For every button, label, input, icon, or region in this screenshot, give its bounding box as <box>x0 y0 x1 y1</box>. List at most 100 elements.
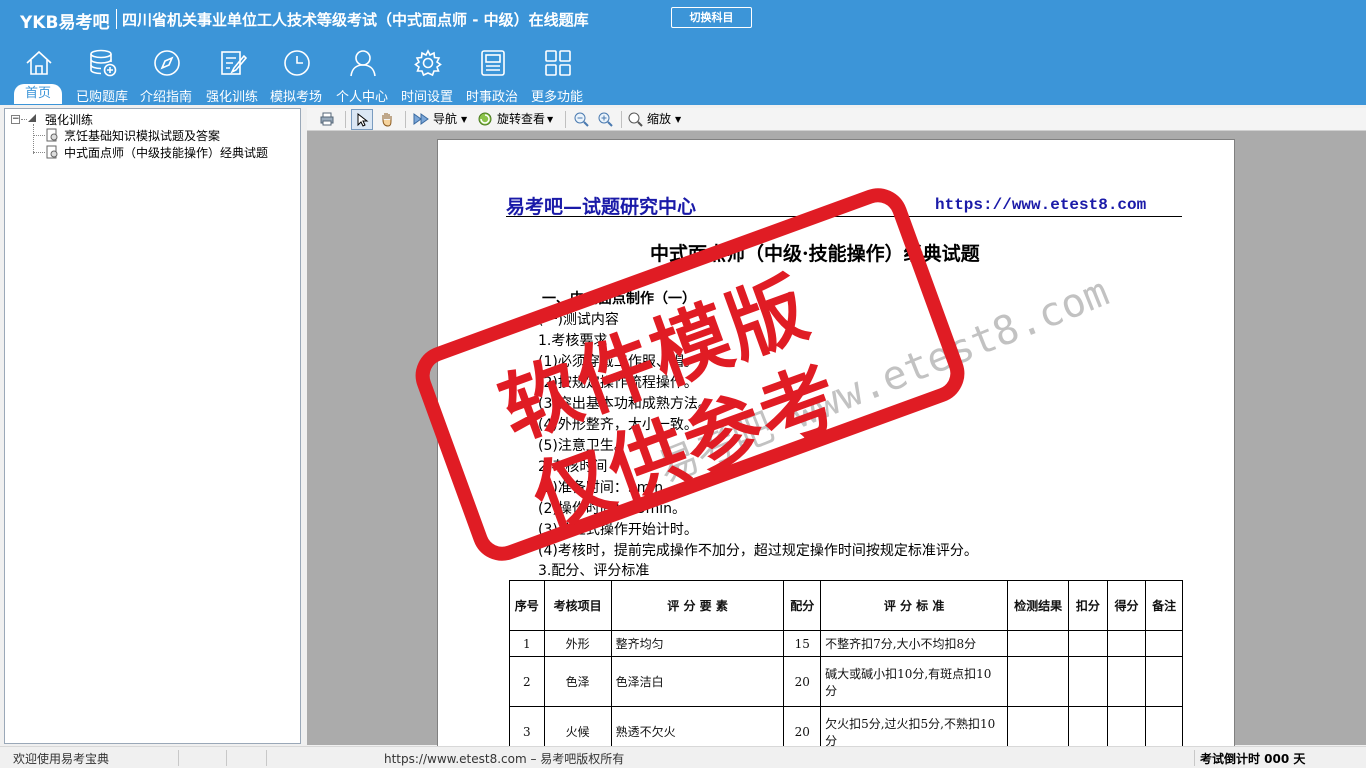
status-separator <box>178 750 179 766</box>
tree-item-baking-basics[interactable]: 烹饪基础知识模拟试题及答案 <box>64 127 220 144</box>
grid-icon <box>545 50 571 76</box>
table-cell <box>1068 630 1108 657</box>
column-header: 备注 <box>1145 580 1183 631</box>
table-cell: 不整齐扣7分,大小不均扣8分 <box>820 630 1009 657</box>
app-title: 四川省机关事业单位工人技术等级考试（中式面点师 - 中级）在线题库 <box>122 11 589 29</box>
table-cell: 色泽 <box>543 656 612 707</box>
user-icon <box>350 50 376 77</box>
status-countdown: 考试倒计时 000 天 <box>1200 752 1306 766</box>
toolbar-separator <box>565 111 566 128</box>
nav-label: 个人中心 <box>335 90 388 105</box>
database-icon <box>90 49 117 77</box>
navigate-dropdown[interactable]: 导航 <box>433 110 457 129</box>
switch-subject-button[interactable]: 切换科目 <box>671 7 752 28</box>
print-icon[interactable] <box>319 111 335 127</box>
nav-item-exam[interactable]: 模拟考场 <box>264 46 328 105</box>
table-row: 1 外形 整齐均匀 15 不整齐扣7分,大小不均扣8分 <box>509 630 1183 657</box>
tree-connector <box>33 135 45 136</box>
nav-label: 首页 <box>14 84 62 104</box>
toolbar-separator <box>621 111 622 128</box>
folder-triangle-icon <box>28 114 36 122</box>
nav-label: 已购题库 <box>75 90 128 105</box>
tree-connector <box>33 152 45 153</box>
status-copyright: https://www.etest8.com – 易考吧版权所有 <box>384 752 625 766</box>
tree-panel: − 强化训练 烹饪基础知识模拟试题及答案 中式面点师（中级技能操作）经典试题 <box>4 108 301 744</box>
clock-icon <box>284 50 310 76</box>
column-header: 得分 <box>1106 580 1147 631</box>
table-cell <box>1106 630 1147 657</box>
column-header: 评 分 要 素 <box>610 580 785 631</box>
nav-item-profile[interactable]: 个人中心 <box>330 46 394 105</box>
column-header: 检测结果 <box>1007 580 1070 631</box>
column-header: 评 分 标 准 <box>820 580 1009 631</box>
nav-label: 模拟考场 <box>269 90 322 105</box>
table-cell <box>1145 656 1183 707</box>
nav-item-more[interactable]: 更多功能 <box>525 46 589 105</box>
tree-collapse-toggle[interactable]: − <box>11 115 20 124</box>
table-cell: 整齐均匀 <box>610 630 785 657</box>
tree-connector <box>33 124 34 154</box>
zoom-dropdown[interactable]: 缩放 <box>647 110 671 129</box>
chevron-down-icon: ▼ <box>461 115 468 124</box>
nav-label: 更多功能 <box>530 90 583 105</box>
app-header: YKB易考吧 四川省机关事业单位工人技术等级考试（中式面点师 - 中级）在线题库… <box>0 0 1366 105</box>
table-cell <box>1007 656 1070 707</box>
gear-icon <box>414 49 442 77</box>
page-header-url: https://www.etest8.com <box>935 196 1147 214</box>
nav-item-purchased[interactable]: 已购题库 <box>70 46 134 105</box>
status-separator <box>1194 750 1195 766</box>
status-separator <box>266 750 267 766</box>
document-icon <box>46 128 58 142</box>
tree-item-pastry-classic[interactable]: 中式面点师（中级技能操作）经典试题 <box>64 144 268 161</box>
chevron-down-icon: ▼ <box>675 115 682 124</box>
rotate-icon <box>478 112 492 126</box>
column-header: 配分 <box>783 580 822 631</box>
table-cell <box>1145 630 1183 657</box>
nav-item-training[interactable]: 强化训练 <box>200 46 264 105</box>
table-header-row: 序号 考核项目 评 分 要 素 配分 评 分 标 准 检测结果 扣分 得分 备注 <box>509 580 1183 631</box>
title-bar: YKB易考吧 四川省机关事业单位工人技术等级考试（中式面点师 - 中级）在线题库… <box>0 0 1366 36</box>
nav-label: 时间设置 <box>400 90 453 105</box>
nav-label: 时事政治 <box>465 90 518 105</box>
nav-item-politics[interactable]: 时事政治 <box>460 46 524 105</box>
zoom-out-icon[interactable] <box>573 111 590 128</box>
toolbar-separator <box>405 111 406 128</box>
table-row: 2 色泽 色泽洁白 20 碱大或碱小扣10分,有斑点扣10分 <box>509 656 1183 707</box>
table-cell <box>1106 656 1147 707</box>
nav-item-guide[interactable]: 介绍指南 <box>134 46 198 105</box>
hand-icon[interactable] <box>379 111 395 127</box>
table-cell: 外形 <box>543 630 612 657</box>
table-cell <box>1068 656 1108 707</box>
nav-label: 强化训练 <box>205 90 258 105</box>
table-cell: 2 <box>509 656 545 707</box>
rotate-dropdown[interactable]: 旋转查看 <box>497 110 545 129</box>
app-logo: YKB易考吧 <box>20 13 110 33</box>
nav-label: 介绍指南 <box>139 90 192 105</box>
main-nav: 首页 已购题库 介绍指南 强化训练 模拟考场 个人中心 时间设置 时事政治 更多… <box>0 46 600 105</box>
title-divider <box>116 9 117 29</box>
table-cell: 1 <box>509 630 545 657</box>
status-bar: 欢迎使用易考宝典 https://www.etest8.com – 易考吧版权所… <box>0 746 1366 768</box>
document-icon <box>46 145 58 159</box>
tree-root-label[interactable]: 强化训练 <box>45 111 93 128</box>
compass-icon <box>154 50 180 76</box>
column-header: 序号 <box>509 580 545 631</box>
table-cell: 色泽洁白 <box>610 656 785 707</box>
select-tool-button[interactable] <box>351 109 373 130</box>
table-cell: 15 <box>783 630 822 657</box>
nav-item-home[interactable]: 首页 <box>6 46 70 104</box>
status-welcome: 欢迎使用易考宝典 <box>13 752 110 766</box>
table-cell: 20 <box>783 656 822 707</box>
cursor-icon <box>357 113 369 127</box>
toolbar-separator <box>345 111 346 128</box>
navigate-icon <box>413 113 429 125</box>
edit-icon <box>221 51 248 75</box>
table-cell <box>1007 630 1070 657</box>
home-icon <box>26 50 52 75</box>
zoom-in-icon[interactable] <box>597 111 614 128</box>
page-header-left: 易考吧—试题研究中心 <box>506 196 697 218</box>
viewer-toolbar: 导航 ▼ 旋转查看 ▼ 缩放 ▼ <box>307 108 1366 131</box>
nav-item-time-settings[interactable]: 时间设置 <box>395 46 459 105</box>
news-icon <box>481 50 505 76</box>
column-header: 扣分 <box>1068 580 1108 631</box>
